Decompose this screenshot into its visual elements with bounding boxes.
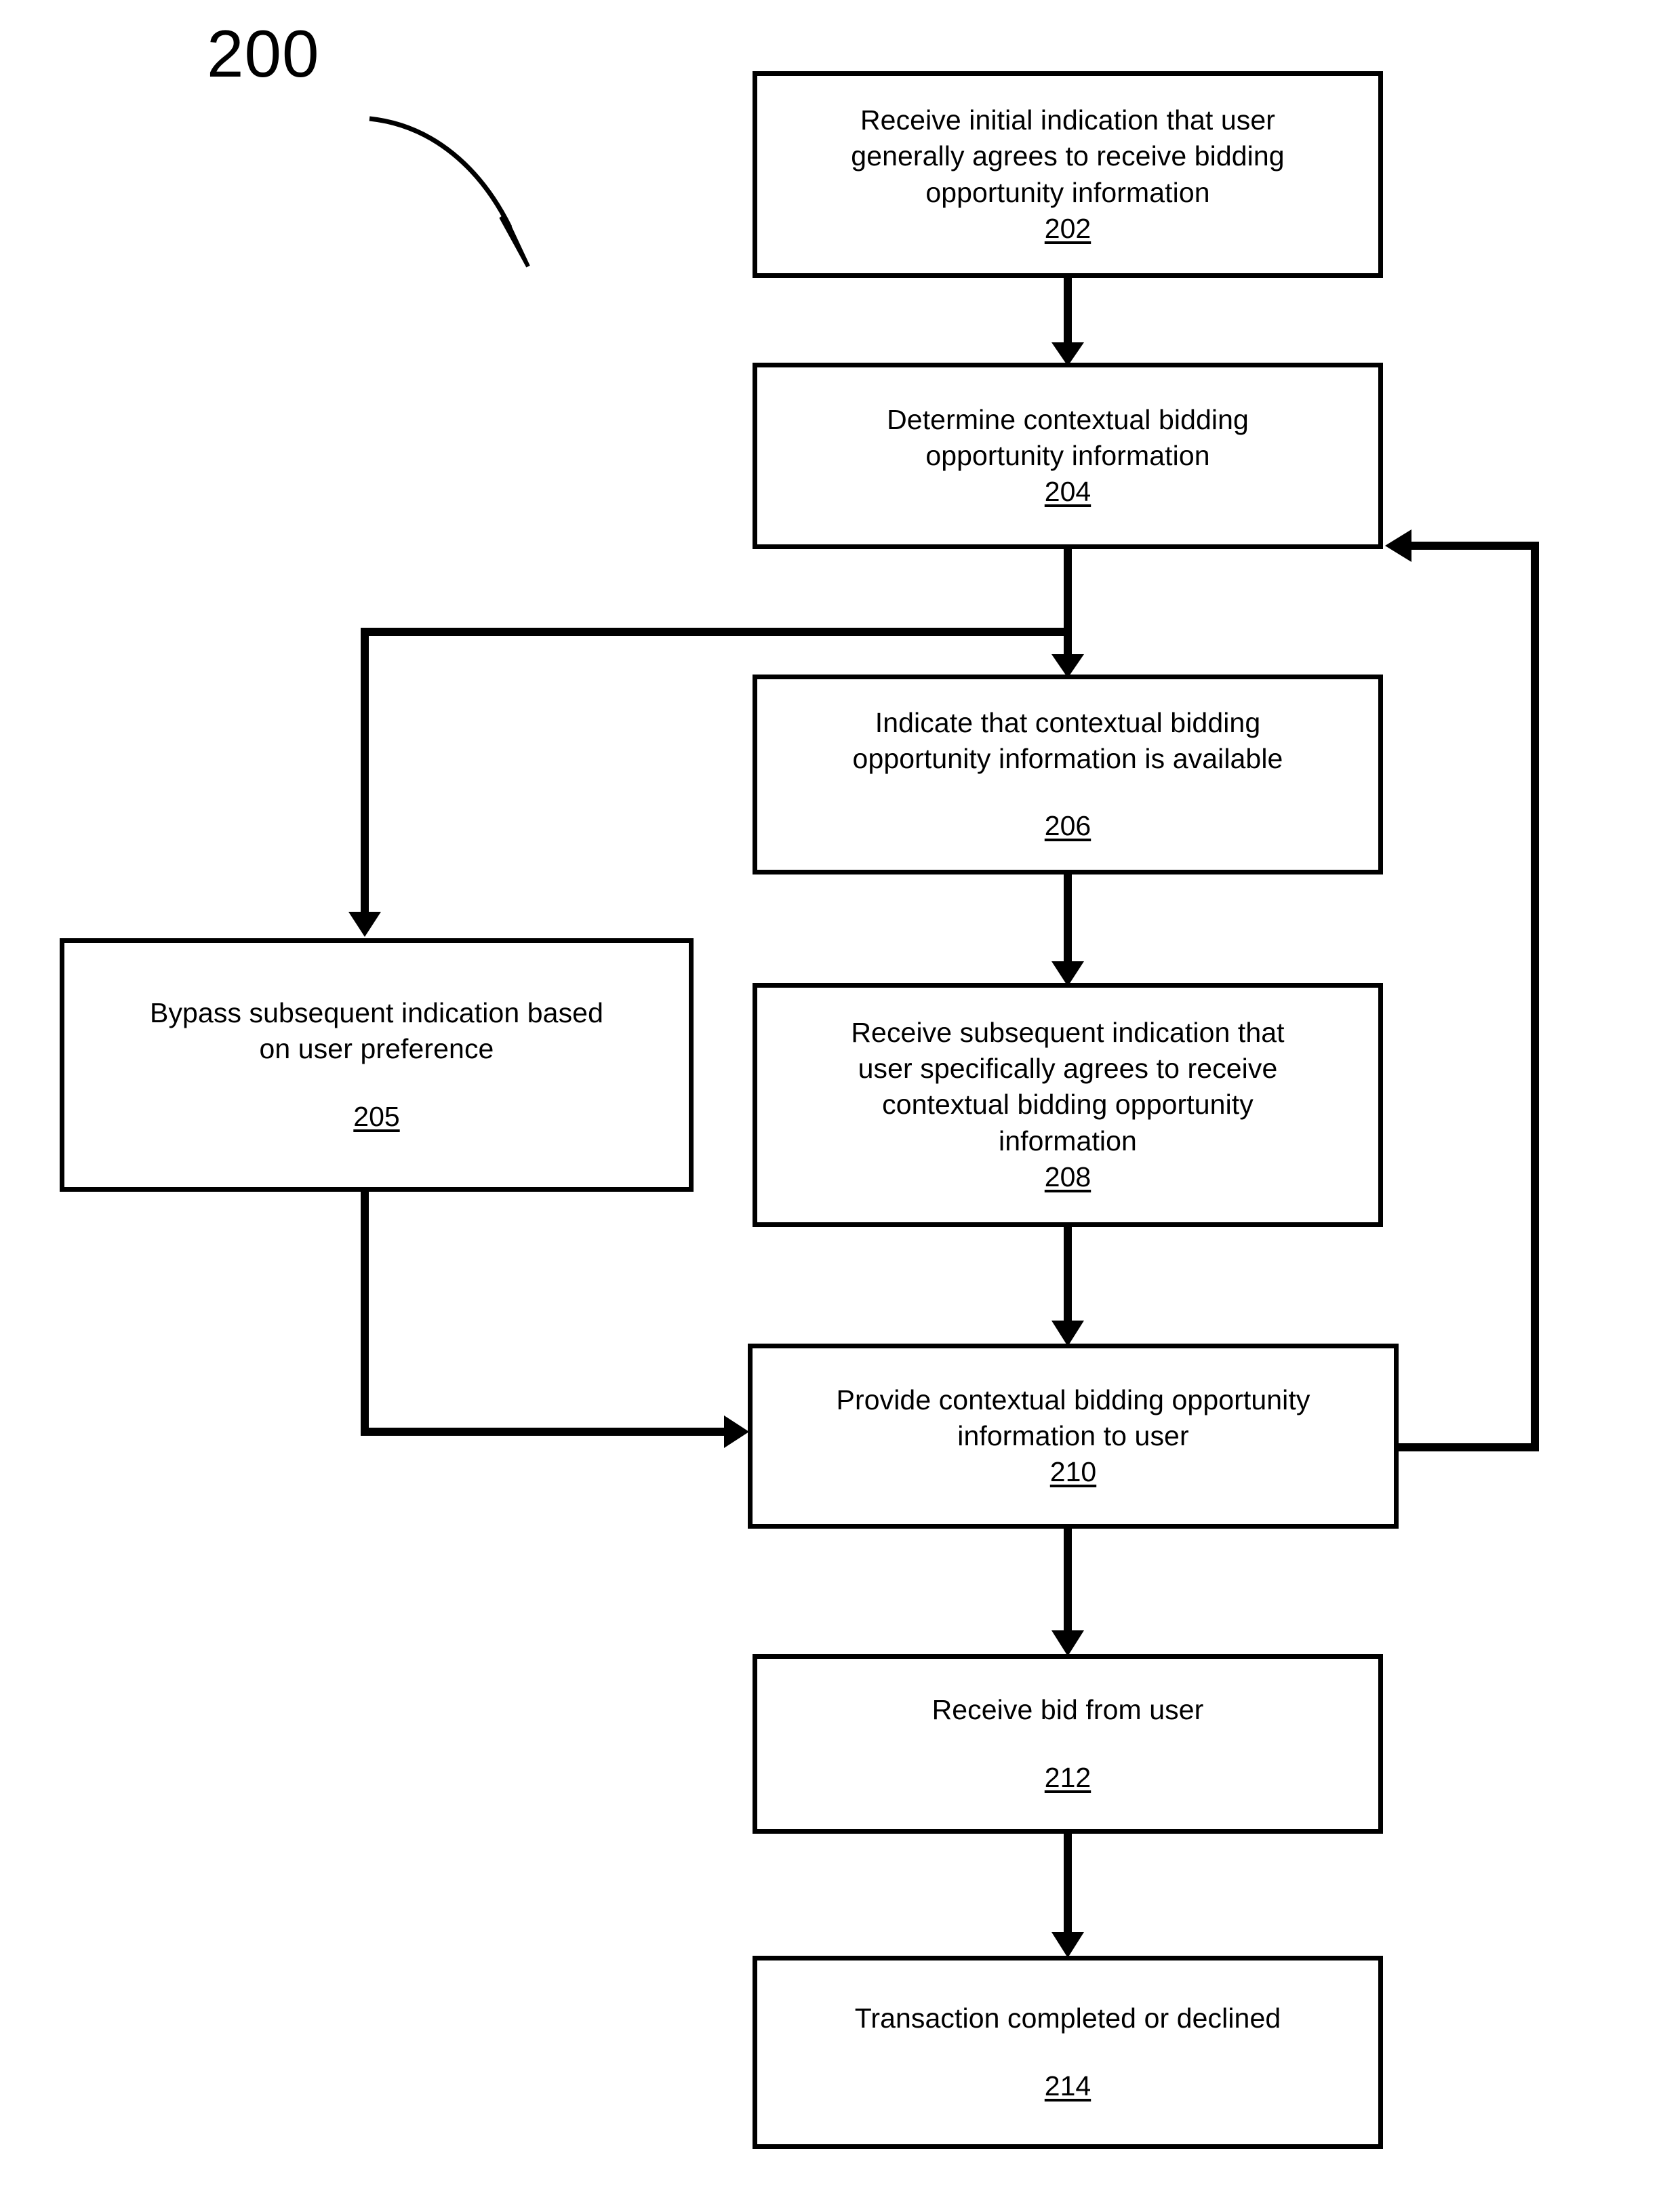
figure-pointer-curved-arrow-icon (369, 116, 530, 268)
node-212-label: Receive bid from user (931, 1694, 1204, 1726)
node-210-label: Provide contextual bidding opportunity i… (836, 1384, 1310, 1451)
node-212-reference-number: 212 (1044, 1761, 1091, 1793)
node-204-determine-contextual-bidding-opportunity-information[interactable]: Determine contextual bidding opportunity… (753, 363, 1383, 549)
edge-208-to-210 (1051, 1227, 1084, 1346)
node-205-label: Bypass subsequent indication based on us… (150, 997, 603, 1065)
node-214-label: Transaction completed or declined (854, 2003, 1281, 2034)
node-206-indicate-information-available[interactable]: Indicate that contextual bidding opportu… (753, 675, 1383, 874)
node-204-label: Determine contextual bidding opportunity… (887, 403, 1249, 471)
edge-206-to-208 (1051, 874, 1084, 986)
figure-number: 200 (207, 16, 320, 91)
node-212-receive-bid-from-user[interactable]: Receive bid from user 212 (753, 1654, 1383, 1834)
node-206-reference-number: 206 (1044, 810, 1091, 842)
node-204-reference-number: 204 (1044, 476, 1091, 508)
node-214-transaction-completed-or-declined[interactable]: Transaction completed or declined 214 (753, 1956, 1383, 2149)
node-210-provide-contextual-bidding-opportunity-information[interactable]: Provide contextual bidding opportunity i… (748, 1344, 1399, 1529)
node-214-reference-number: 214 (1044, 2070, 1091, 2102)
edge-205-to-210 (361, 1192, 749, 1448)
edge-212-to-214 (1051, 1834, 1084, 1958)
edge-204-to-206 (1051, 549, 1084, 678)
edge-210-to-212 (1051, 1529, 1084, 1656)
node-205-reference-number: 205 (353, 1100, 400, 1132)
node-202-reference-number: 202 (1044, 212, 1091, 244)
node-208-receive-subsequent-indication[interactable]: Receive subsequent indication that user … (753, 983, 1383, 1227)
node-208-label: Receive subsequent indication that user … (851, 1016, 1285, 1157)
node-205-bypass-subsequent-indication[interactable]: Bypass subsequent indication based on us… (60, 938, 694, 1192)
node-210-reference-number: 210 (1049, 1456, 1097, 1488)
node-208-reference-number: 208 (1044, 1161, 1091, 1192)
node-202-receive-initial-indication[interactable]: Receive initial indication that user gen… (753, 71, 1383, 278)
node-206-label: Indicate that contextual bidding opportu… (852, 706, 1283, 774)
edge-202-to-204 (1051, 278, 1084, 366)
node-202-label: Receive initial indication that user gen… (851, 104, 1285, 208)
flowchart-canvas: 200 Receive initial indication that user… (0, 0, 1663, 2212)
feedback-edge-210-to-204 (1385, 529, 1539, 1451)
